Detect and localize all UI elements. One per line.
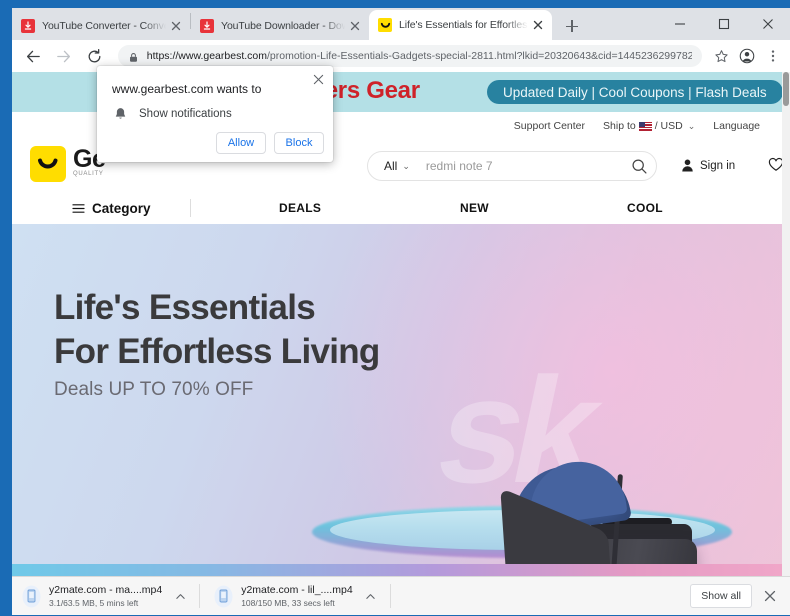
support-center-link[interactable]: Support Center	[514, 120, 585, 132]
url-host: https://www.gearbest.com	[146, 50, 267, 62]
tab-list: YouTube Converter - Convert You YouTube …	[12, 8, 586, 40]
search-input[interactable]: redmi note 7	[410, 159, 622, 173]
file-mp4-icon	[22, 585, 41, 608]
wishlist-button[interactable]	[768, 157, 782, 177]
hero-banner[interactable]: sk risk Life's Essentials For Effortless…	[12, 224, 782, 576]
nav-item-new[interactable]: NEW	[460, 201, 489, 215]
download-shelf: y2mate.com - ma....mp4 3.1/63.5 MB, 5 mi…	[12, 576, 790, 615]
gearbest-smile-icon	[30, 146, 66, 182]
lock-icon	[128, 50, 140, 62]
hero-subtitle: Deals UP TO 70% OFF	[54, 379, 254, 400]
tab-close-icon[interactable]	[168, 18, 184, 34]
notification-permission-dialog[interactable]: www.gearbest.com wants to Show notificat…	[97, 66, 333, 162]
tab-close-icon[interactable]	[530, 17, 546, 33]
search-category-label: All	[384, 159, 398, 173]
hero-bottom-strip	[12, 564, 782, 576]
address-bar[interactable]: https://www.gearbest.com/promotion-Life-…	[117, 45, 703, 67]
chevron-up-icon[interactable]	[362, 587, 380, 605]
person-icon	[680, 158, 695, 173]
permission-label: Show notifications	[139, 108, 232, 120]
plus-icon-v	[571, 20, 573, 32]
scrollbar-thumb[interactable]	[783, 72, 789, 106]
file-mp4-icon	[214, 585, 233, 608]
block-button[interactable]: Block	[274, 132, 324, 154]
download-red-icon	[21, 19, 35, 33]
minimize-icon[interactable]	[658, 8, 702, 40]
chevron-up-icon[interactable]	[171, 587, 189, 605]
category-label: Category	[92, 200, 151, 216]
gearbest-yellow-icon	[378, 18, 392, 32]
browser-tab-2[interactable]: YouTube Downloader - Downloa	[191, 12, 369, 40]
shelf-separator	[199, 584, 201, 608]
shelf-right-controls: Show all	[690, 584, 790, 608]
browser-tab-3-active[interactable]: Life's Essentials for Effortless Livi	[369, 10, 552, 40]
download-red-icon	[200, 19, 214, 33]
sign-in-label: Sign in	[700, 159, 736, 172]
currency-label: / USD	[654, 120, 683, 132]
page-scrollbar[interactable]	[782, 72, 790, 576]
profile-avatar-icon[interactable]	[734, 42, 760, 70]
site-logo[interactable]: Ge QUALITY	[30, 146, 106, 182]
chevron-down-icon: ⌄	[687, 120, 696, 131]
three-dot-menu-icon[interactable]	[760, 42, 786, 70]
tab-strip: YouTube Converter - Convert You YouTube …	[12, 8, 790, 40]
search-category-select[interactable]: All ⌄	[368, 159, 410, 173]
maximize-icon[interactable]	[702, 8, 746, 40]
download-filename: y2mate.com - ma....mp4	[49, 583, 163, 596]
search-icon[interactable]	[622, 158, 656, 175]
download-item[interactable]: y2mate.com - ma....mp4 3.1/63.5 MB, 5 mi…	[12, 577, 195, 615]
main-nav: Category DEALS NEW COOL	[12, 192, 782, 224]
download-status: 108/150 MB, 33 secs left	[241, 597, 335, 608]
download-meta: y2mate.com - lil_....mp4 108/150 MB, 33 …	[241, 584, 352, 609]
download-meta: y2mate.com - ma....mp4 3.1/63.5 MB, 5 mi…	[49, 584, 162, 609]
ship-to-selector[interactable]: Ship to / USD ⌄	[603, 120, 695, 132]
download-status: 3.1/63.5 MB, 5 mins left	[49, 597, 139, 608]
heart-icon	[768, 157, 782, 177]
permission-row: Show notifications	[112, 106, 232, 122]
hamburger-icon	[72, 203, 85, 214]
shelf-separator	[389, 584, 391, 608]
nav-item-deals[interactable]: DEALS	[279, 201, 321, 215]
download-filename: y2mate.com - lil_....mp4	[241, 583, 353, 596]
download-item[interactable]: y2mate.com - lil_....mp4 108/150 MB, 33 …	[204, 577, 385, 615]
promo-pill[interactable]: Updated Daily | Cool Coupons | Flash Dea…	[487, 80, 782, 104]
window-controls	[658, 8, 790, 40]
dialog-title: www.gearbest.com wants to	[112, 82, 262, 96]
tab-title: YouTube Downloader - Downloa	[221, 20, 345, 32]
toolbar-right-icons	[708, 42, 790, 70]
close-icon[interactable]	[758, 584, 782, 608]
star-icon[interactable]	[708, 42, 734, 70]
show-all-downloads-button[interactable]: Show all	[690, 584, 752, 608]
chevron-down-icon: ⌄	[402, 160, 410, 171]
sign-in-button[interactable]: Sign in	[680, 158, 735, 173]
search-box[interactable]: All ⌄ redmi note 7	[367, 151, 657, 181]
hero-heading-line1: Life's Essentials	[54, 288, 316, 327]
tab-title: Life's Essentials for Effortless Livi	[399, 19, 528, 31]
close-icon[interactable]	[746, 8, 790, 40]
close-icon[interactable]	[309, 70, 327, 88]
bell-icon	[112, 106, 128, 122]
url-path: /promotion-Life-Essentials-Gadgets-speci…	[267, 50, 693, 62]
forward-arrow-icon[interactable]	[51, 42, 78, 70]
language-selector[interactable]: Language	[713, 120, 760, 132]
hero-heading-line2: For Effortless Living	[54, 332, 380, 371]
url-text: https://www.gearbest.com/promotion-Life-…	[147, 50, 692, 62]
dialog-buttons: Allow Block	[208, 132, 324, 154]
hero-heading: Life's Essentials For Effortless Living	[54, 286, 380, 374]
us-flag-icon	[638, 121, 652, 131]
browser-tab-1[interactable]: YouTube Converter - Convert You	[12, 12, 190, 40]
back-arrow-icon[interactable]	[20, 42, 47, 70]
tab-close-icon[interactable]	[347, 18, 363, 34]
browser-window: YouTube Converter - Convert You YouTube …	[0, 0, 790, 616]
new-tab-button[interactable]	[558, 12, 586, 40]
category-menu-button[interactable]: Category	[72, 201, 151, 216]
nav-divider	[190, 199, 191, 217]
logo-tagline: QUALITY	[73, 171, 104, 177]
nav-item-cool[interactable]: COOL	[627, 201, 663, 215]
allow-button[interactable]: Allow	[216, 132, 266, 154]
ship-to-label: Ship to	[603, 120, 636, 132]
tab-title: YouTube Converter - Convert You	[42, 20, 166, 32]
